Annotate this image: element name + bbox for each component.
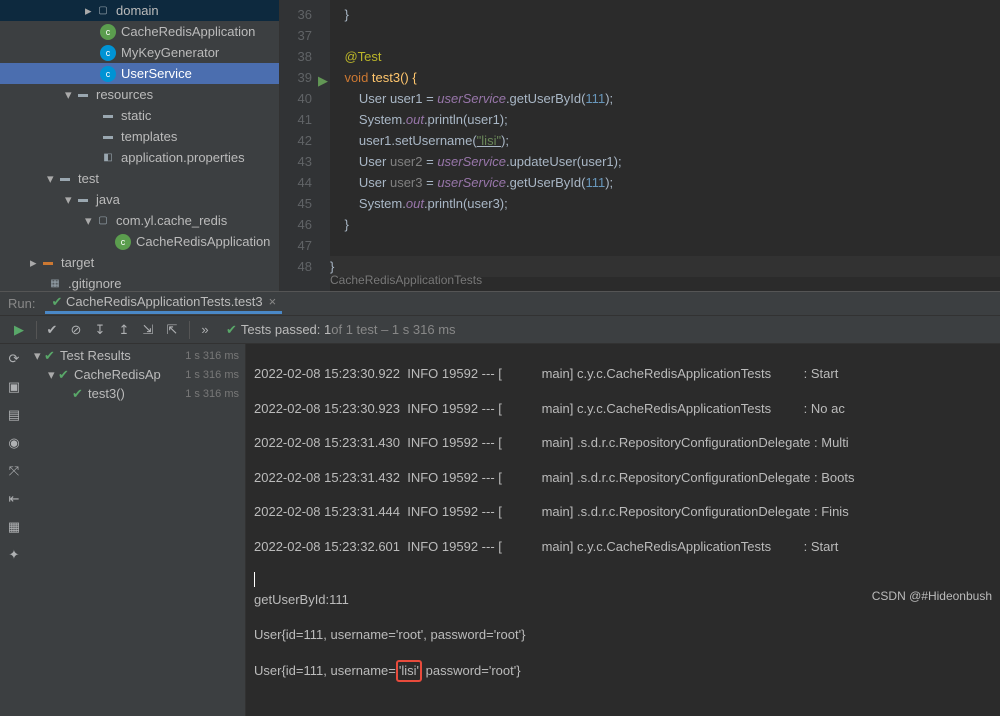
run-panel: Run: ✔ CacheRedisApplicationTests.test3 … bbox=[0, 291, 1000, 716]
run-tab-label: CacheRedisApplicationTests.test3 bbox=[66, 294, 263, 309]
run-tab[interactable]: ✔ CacheRedisApplicationTests.test3 × bbox=[45, 294, 282, 314]
tree-item-test[interactable]: ▾▬test bbox=[0, 168, 279, 189]
tree-label: com.yl.cache_redis bbox=[116, 213, 227, 228]
highlighted-value: 'lisi' bbox=[396, 660, 422, 682]
camera-icon[interactable]: ◉ bbox=[3, 432, 25, 454]
tree-label: static bbox=[121, 108, 151, 123]
run-toolbar: ▶ ✔ ⊘ ↧ ↥ ⇲ ⇱ » ✔ Tests passed: 1 of 1 t… bbox=[0, 316, 1000, 344]
tree-label: domain bbox=[116, 3, 159, 18]
console-output[interactable]: 2022-02-08 15:23:30.922 INFO 19592 --- [… bbox=[246, 344, 1000, 716]
tests-passed-status: ✔ Tests passed: 1 of 1 test – 1 s 316 ms bbox=[226, 322, 456, 338]
tree-label: MyKeyGenerator bbox=[121, 45, 219, 60]
tree-item-appprops[interactable]: ◧application.properties bbox=[0, 147, 279, 168]
tree-item-cacheapp[interactable]: cCacheRedisApplication bbox=[0, 21, 279, 42]
sort-down-button[interactable]: ↧ bbox=[89, 319, 111, 341]
close-icon[interactable]: × bbox=[269, 294, 277, 309]
stdout-line: User{id=111, username='root', password='… bbox=[254, 626, 992, 644]
test-results-tree[interactable]: ▾✔Test Results1 s 316 ms ▾✔CacheRedisAp1… bbox=[28, 344, 246, 716]
test-class[interactable]: ▾✔CacheRedisAp1 s 316 ms bbox=[28, 365, 245, 384]
project-tree[interactable]: ▸▢domain cCacheRedisApplication cMyKeyGe… bbox=[0, 0, 280, 291]
log-line: 2022-02-08 15:23:32.601 INFO 19592 --- [… bbox=[254, 538, 992, 556]
tree-item-static[interactable]: ▬static bbox=[0, 105, 279, 126]
rerun-button[interactable]: ▶ bbox=[8, 319, 30, 341]
tree-item-userservice[interactable]: cUserService bbox=[0, 63, 279, 84]
tree-item-templates[interactable]: ▬templates bbox=[0, 126, 279, 147]
tree-item-testapp[interactable]: cCacheRedisApplication bbox=[0, 231, 279, 252]
tree-item-testpkg[interactable]: ▾▢com.yl.cache_redis bbox=[0, 210, 279, 231]
next-button[interactable]: » bbox=[194, 319, 216, 341]
tree-label: test bbox=[78, 171, 99, 186]
settings-icon[interactable]: ▦ bbox=[3, 516, 25, 538]
log-line: 2022-02-08 15:23:30.922 INFO 19592 --- [… bbox=[254, 365, 992, 383]
block-button[interactable]: ⊘ bbox=[65, 319, 87, 341]
tree-label: application.properties bbox=[121, 150, 245, 165]
tree-item-gitignore[interactable]: ▦.gitignore bbox=[0, 273, 279, 291]
run-side-toolbar: ⟳ ▣ ▤ ◉ ⤧ ⇤ ▦ ✦ bbox=[0, 344, 28, 716]
tree-item-keygen[interactable]: cMyKeyGenerator bbox=[0, 42, 279, 63]
test-method[interactable]: ✔test3()1 s 316 ms bbox=[28, 384, 245, 403]
tree-label: .gitignore bbox=[68, 276, 121, 291]
breadcrumb[interactable]: CacheRedisApplicationTests bbox=[330, 269, 482, 291]
test-root[interactable]: ▾✔Test Results1 s 316 ms bbox=[28, 346, 245, 365]
log-line: 2022-02-08 15:23:31.444 INFO 19592 --- [… bbox=[254, 503, 992, 521]
tree-label: target bbox=[61, 255, 94, 270]
debug-icon[interactable]: ⟳ bbox=[3, 348, 25, 370]
check-icon: ✔ bbox=[226, 322, 237, 338]
watermark: CSDN @#Hideonbush bbox=[872, 589, 992, 603]
log-line: 2022-02-08 15:23:31.430 INFO 19592 --- [… bbox=[254, 434, 992, 452]
log-line: 2022-02-08 15:23:30.923 INFO 19592 --- [… bbox=[254, 400, 992, 418]
tree-item-target[interactable]: ▸▬target bbox=[0, 252, 279, 273]
expand-button[interactable]: ⇲ bbox=[137, 319, 159, 341]
run-label: Run: bbox=[8, 296, 35, 311]
tree-item-resources[interactable]: ▾▬resources bbox=[0, 84, 279, 105]
import-icon[interactable]: ⇤ bbox=[3, 488, 25, 510]
sort-up-button[interactable]: ↥ bbox=[113, 319, 135, 341]
tree-label: resources bbox=[96, 87, 153, 102]
log-line: 2022-02-08 15:23:31.432 INFO 19592 --- [… bbox=[254, 469, 992, 487]
tree-item-domain[interactable]: ▸▢domain bbox=[0, 0, 279, 21]
run-icon: ✔ bbox=[51, 294, 62, 310]
collapse-button[interactable]: ⇱ bbox=[161, 319, 183, 341]
tree-label: CacheRedisApplication bbox=[121, 24, 255, 39]
run-header: Run: ✔ CacheRedisApplicationTests.test3 … bbox=[0, 292, 1000, 316]
pin-icon[interactable]: ✦ bbox=[3, 544, 25, 566]
tree-label: java bbox=[96, 192, 120, 207]
tree-label: templates bbox=[121, 129, 177, 144]
tree-item-java[interactable]: ▾▬java bbox=[0, 189, 279, 210]
stop-icon[interactable]: ▣ bbox=[3, 376, 25, 398]
code-area[interactable]: } @Test void test3() { User user1 = user… bbox=[330, 0, 1000, 291]
gutter: 3637 38 39▶ 4041 4243 4445 4647 48 bbox=[280, 0, 330, 291]
stdout-line: User{id=111, username='lisi' password='r… bbox=[254, 660, 992, 678]
tree-label: UserService bbox=[121, 66, 192, 81]
tree-label: CacheRedisApplication bbox=[136, 234, 270, 249]
code-editor[interactable]: 3637 38 39▶ 4041 4243 4445 4647 48 } @Te… bbox=[280, 0, 1000, 291]
check-button[interactable]: ✔ bbox=[41, 319, 63, 341]
stack-icon[interactable]: ▤ bbox=[3, 404, 25, 426]
export-icon[interactable]: ⤧ bbox=[3, 460, 25, 482]
